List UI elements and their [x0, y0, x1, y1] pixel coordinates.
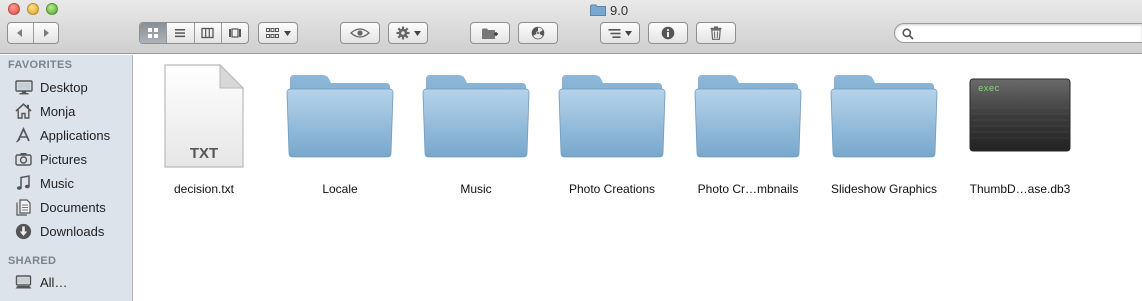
folder-icon	[406, 63, 546, 169]
minimize-window-button[interactable]	[27, 3, 39, 15]
chevron-down-icon	[413, 30, 421, 36]
arrange-list-icon	[608, 28, 621, 38]
exec-badge: exec	[978, 84, 1000, 94]
folder-icon	[590, 4, 606, 16]
sidebar-item-label: Desktop	[40, 79, 88, 95]
action-menu-button[interactable]	[388, 22, 428, 44]
sidebar-item-label: Documents	[40, 199, 106, 215]
trash-icon	[710, 26, 722, 40]
sidebar-item-label: Music	[40, 175, 74, 191]
folder-item[interactable]: Photo Creations	[542, 63, 682, 203]
sidebar-item-documents[interactable]: Documents	[14, 196, 130, 218]
music-note-icon	[14, 175, 33, 192]
folder-item[interactable]: Locale	[270, 63, 410, 203]
shared-heading: SHARED	[8, 255, 57, 267]
folder-icon	[678, 63, 818, 169]
search-field[interactable]	[894, 23, 1142, 43]
file-name: ThumbD…ase.db3	[969, 182, 1071, 196]
file-name: Photo Creations	[568, 182, 656, 196]
search-input[interactable]	[917, 26, 1127, 40]
new-folder-button[interactable]	[470, 22, 510, 44]
zoom-window-button[interactable]	[46, 3, 58, 15]
arrange-menu-button[interactable]	[258, 22, 298, 44]
folder-item[interactable]: Slideshow Graphics	[814, 63, 954, 203]
sidebar-item-desktop[interactable]: Desktop	[14, 76, 130, 98]
folder-item[interactable]: Music	[406, 63, 546, 203]
info-icon	[661, 26, 675, 40]
file-name: Slideshow Graphics	[830, 182, 938, 196]
cover-flow-icon	[228, 28, 241, 38]
column-view-button[interactable]	[195, 23, 222, 43]
forward-button[interactable]	[34, 23, 59, 43]
sidebar-item-pictures[interactable]: Pictures	[14, 148, 130, 170]
sidebar-item-label: Applications	[40, 127, 111, 143]
window-title: 9.0	[590, 2, 628, 18]
file-name: Photo Cr…mbnails	[697, 182, 799, 196]
favorites-heading: FAVORITES	[8, 59, 73, 71]
applications-icon	[14, 126, 33, 144]
file-icon-view: TXT decision.txt Locale Music Photo Crea…	[134, 55, 1142, 301]
back-forward-control	[7, 22, 59, 44]
sidebar-item-label: Monja	[40, 103, 76, 119]
cover-flow-view-button[interactable]	[222, 23, 248, 43]
documents-icon	[14, 198, 33, 216]
download-icon	[14, 223, 33, 240]
sidebar: FAVORITES Desktop Monja Applications Pic…	[0, 55, 133, 301]
sidebar-item-music[interactable]: Music	[14, 172, 130, 194]
sidebar-item-monja[interactable]: Monja	[14, 100, 130, 122]
network-computer-icon	[14, 274, 33, 291]
window-title-text: 9.0	[610, 2, 629, 18]
move-to-trash-button[interactable]	[696, 22, 736, 44]
close-window-button[interactable]	[8, 3, 20, 15]
sidebar-item-label: Pictures	[40, 151, 87, 167]
file-name: Music	[460, 182, 492, 196]
columns-icon	[201, 27, 214, 39]
file-item[interactable]: exec ThumbD…ase.db3	[950, 63, 1090, 203]
search-icon	[902, 28, 914, 40]
eye-icon	[350, 28, 370, 38]
list-view-button[interactable]	[167, 23, 195, 43]
arrange-grid-icon	[265, 27, 279, 38]
get-info-button[interactable]	[648, 22, 688, 44]
desktop-icon	[14, 79, 33, 96]
new-folder-icon	[482, 28, 498, 39]
home-icon	[14, 103, 33, 120]
sidebar-item-label: Downloads	[40, 223, 105, 239]
folder-item[interactable]: Photo Cr…mbnails	[678, 63, 818, 203]
camera-icon	[14, 151, 33, 168]
folder-icon	[814, 63, 954, 169]
view-mode-control	[139, 22, 249, 44]
back-button[interactable]	[8, 23, 34, 43]
quick-look-button[interactable]	[340, 22, 380, 44]
sidebar-item-all-shared[interactable]: All…	[14, 271, 130, 293]
gear-icon	[396, 26, 409, 40]
txt-badge: TXT	[190, 145, 218, 162]
sidebar-item-downloads[interactable]: Downloads	[14, 220, 130, 242]
folder-icon	[270, 63, 410, 169]
back-arrow-icon	[17, 29, 23, 37]
chevron-down-icon	[283, 30, 291, 36]
list-icon	[175, 29, 186, 38]
file-name: decision.txt	[173, 182, 235, 196]
icon-grid-icon	[148, 28, 159, 38]
txt-document-icon: TXT	[134, 63, 274, 169]
sidebar-item-label: All…	[40, 274, 68, 290]
terminal-executable-icon: exec	[950, 63, 1090, 169]
burn-button[interactable]	[518, 22, 558, 44]
sidebar-item-applications[interactable]: Applications	[14, 124, 130, 146]
chevron-down-icon	[625, 30, 632, 36]
file-item[interactable]: TXT decision.txt	[134, 63, 274, 203]
file-name: Locale	[322, 182, 358, 196]
arrange-by-menu-button[interactable]	[600, 22, 640, 44]
window-toolbar: 9.0	[0, 0, 1142, 54]
forward-arrow-icon	[43, 29, 49, 37]
folder-icon	[542, 63, 682, 169]
icon-view-button[interactable]	[140, 23, 168, 43]
burn-radiation-icon	[531, 26, 545, 40]
